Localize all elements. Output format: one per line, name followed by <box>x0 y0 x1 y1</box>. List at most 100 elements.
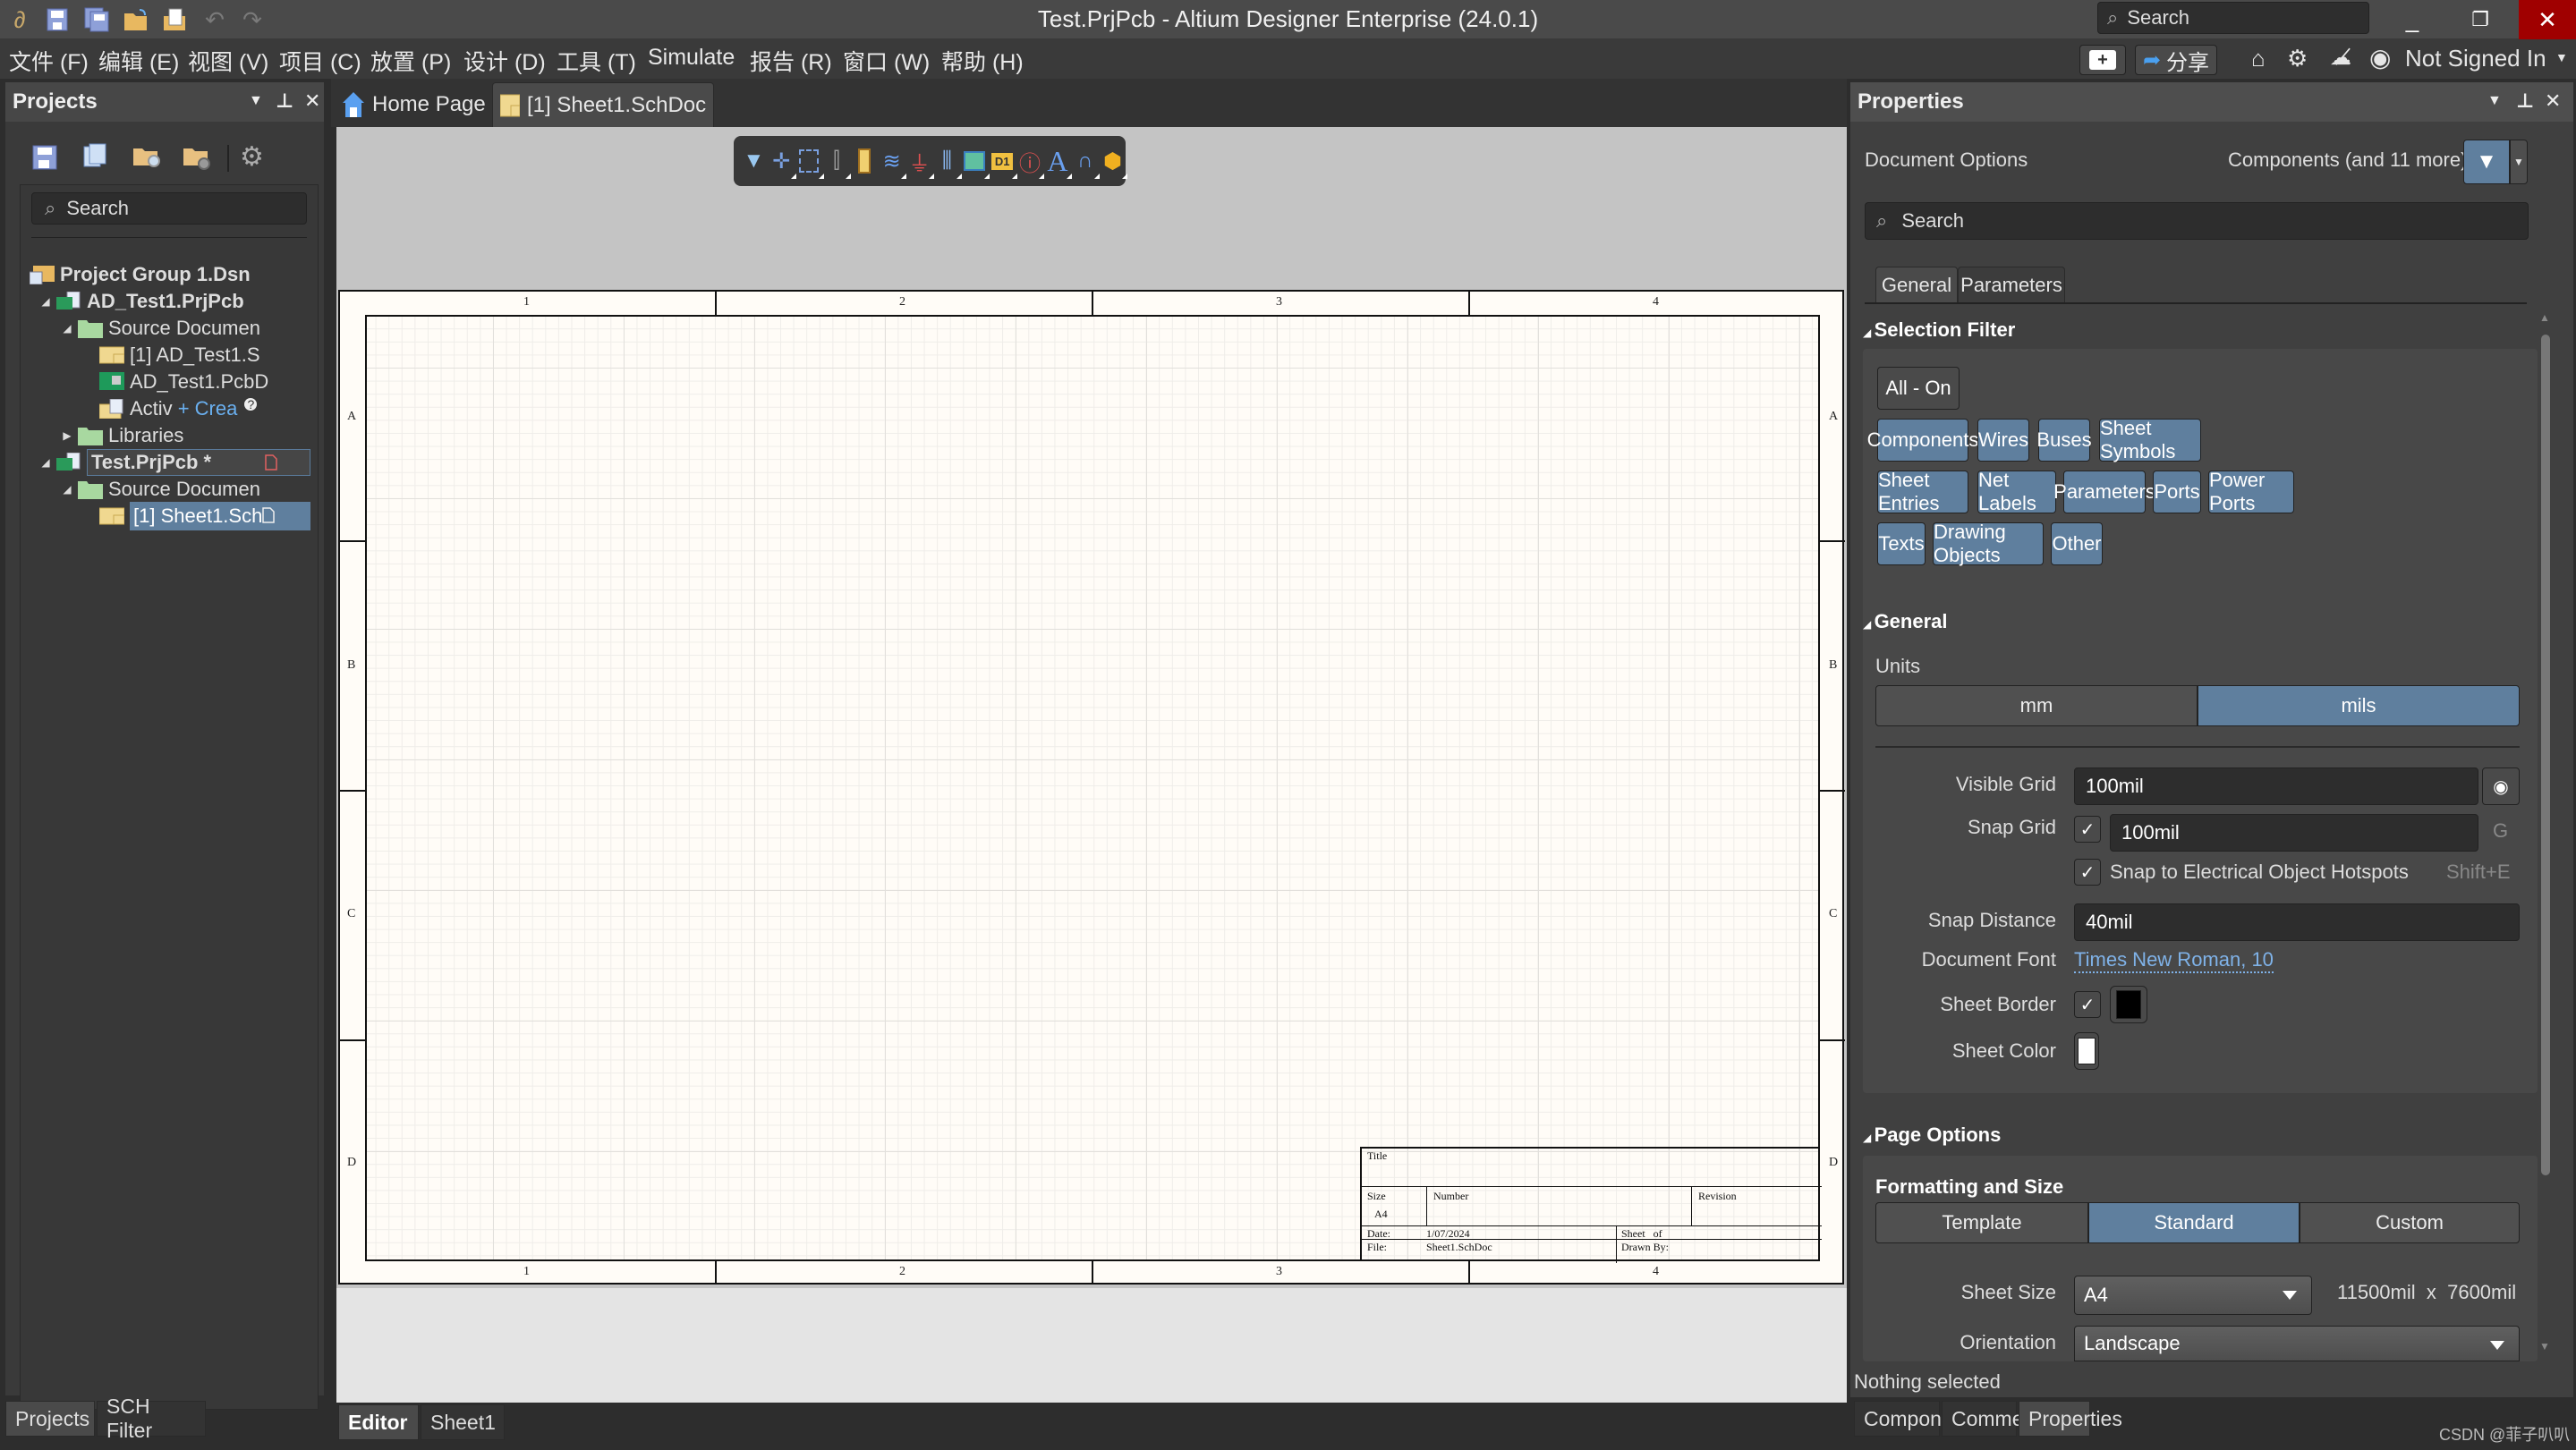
tab-properties[interactable]: Properties <box>2019 1401 2122 1437</box>
text-tool[interactable]: A <box>1044 143 1073 179</box>
tree-item-ad-test1-schdoc[interactable]: [1] AD_Test1.S <box>99 341 275 369</box>
properties-scrollbar[interactable] <box>2541 335 2550 1175</box>
snap-distance-input[interactable]: 40mil <box>2074 903 2520 941</box>
expand-arrow-icon[interactable]: ◢ <box>38 295 53 308</box>
drawing-grid-area[interactable] <box>365 315 1820 1261</box>
schematic-sheet[interactable]: 1 2 3 4 1 2 3 4 A B C D A B C D Title Si… <box>338 290 1845 1285</box>
tab-projects[interactable]: Projects <box>5 1401 95 1437</box>
filter-other-button[interactable]: Other <box>2051 522 2103 565</box>
place-part-tool[interactable] <box>851 143 877 179</box>
menu-view[interactable]: 视图 (V) <box>188 45 268 77</box>
properties-search-input[interactable]: ⌕ Search <box>1865 202 2529 240</box>
arc-tool[interactable]: ∩ <box>1072 143 1101 179</box>
tree-item-project-group[interactable]: Project Group 1.Dsn <box>30 260 262 289</box>
tree-item-test-project[interactable]: ◢ Test.PrjPcb * <box>38 448 310 477</box>
selection-filter-button[interactable]: ▼ <box>2463 140 2510 184</box>
tree-item-activebom[interactable]: Activ + Crea ? <box>99 394 305 423</box>
panel-menu-icon[interactable]: ▼ <box>249 93 263 109</box>
menu-window[interactable]: 窗口 (W) <box>843 45 930 77</box>
mode-template-toggle[interactable]: Template <box>1875 1202 2088 1243</box>
tab-sheet1[interactable]: Sheet1 <box>421 1404 505 1440</box>
document-font-link[interactable]: Times New Roman, 10 <box>2074 948 2274 973</box>
filter-parameters-button[interactable]: Parameters <box>2053 471 2155 513</box>
close-window-button[interactable]: ✕ <box>2519 0 2576 39</box>
filter-tool[interactable]: ▼ <box>741 143 767 179</box>
filter-sheet-entries-button[interactable]: Sheet Entries <box>1877 469 1968 514</box>
harness-tool[interactable]: ⫼ <box>934 143 962 179</box>
add-comment-button[interactable]: + <box>2079 45 2126 75</box>
menu-reports[interactable]: 报告 (R) <box>750 45 832 77</box>
tab-sch-filter[interactable]: SCH Filter <box>97 1395 206 1442</box>
tab-sheet1-schdoc[interactable]: [1] Sheet1.SchDoc <box>492 82 715 127</box>
create-activebom-link[interactable]: + Crea <box>178 397 238 420</box>
all-on-button[interactable]: All - On <box>1877 367 1960 410</box>
global-search-input[interactable]: ⌕ Search <box>2097 2 2369 34</box>
tab-comments[interactable]: Comments <box>1942 1401 2051 1437</box>
panel-settings-gear-icon[interactable]: ⚙ <box>240 141 264 173</box>
filter-power-ports-button[interactable]: Power Ports <box>2208 469 2294 514</box>
cloud-offline-icon[interactable]: ☁̸ <box>2330 45 2351 71</box>
restore-button[interactable]: ❐ <box>2452 0 2509 39</box>
schematic-canvas[interactable]: ▼ ✛ ⫿ ≋ ⏚ ⫼ D1 ⓘ A ∩ ⬢ 1 2 3 4 1 2 3 4 A <box>336 127 1847 1403</box>
close-icon[interactable]: ✕ <box>2545 89 2561 113</box>
power-port-tool[interactable]: ⏚ <box>906 143 935 179</box>
sheet-border-color-swatch[interactable] <box>2110 986 2147 1023</box>
tree-item-source-documents-2[interactable]: ◢ Source Documen <box>60 475 275 504</box>
sheet-symbol-tool[interactable] <box>962 143 990 179</box>
menu-edit[interactable]: 编辑 (E) <box>98 45 179 77</box>
snap-hotspots-checkbox[interactable]: ✓ <box>2074 859 2101 886</box>
account-dropdown-icon[interactable]: ▼ <box>2555 50 2568 64</box>
units-mm-toggle[interactable]: mm <box>1875 685 2198 726</box>
mode-standard-toggle[interactable]: Standard <box>2088 1202 2300 1243</box>
menu-project[interactable]: 项目 (C) <box>279 45 361 77</box>
explore-folder-icon[interactable] <box>132 145 163 170</box>
tab-parameters[interactable]: Parameters <box>1958 267 2065 302</box>
scroll-up-icon[interactable]: ▲ <box>2539 311 2550 324</box>
home-icon[interactable]: ⌂ <box>2251 45 2266 72</box>
tab-components[interactable]: Components <box>1854 1401 1980 1437</box>
menu-place[interactable]: 放置 (P) <box>370 45 451 77</box>
expand-arrow-icon[interactable]: ◢ <box>60 483 74 496</box>
shape-tool[interactable]: ⬢ <box>1100 143 1128 179</box>
selection-filter-header[interactable]: ◢ Selection Filter <box>1863 318 2015 342</box>
scroll-down-icon[interactable]: ▼ <box>2539 1340 2550 1352</box>
general-header[interactable]: ◢ General <box>1863 610 1948 633</box>
filter-texts-button[interactable]: Texts <box>1877 522 1926 565</box>
tree-item-sheet1-schdoc[interactable]: [1] Sheet1.Sch <box>99 502 310 530</box>
compile-project-icon[interactable] <box>82 143 107 170</box>
filter-dropdown-button[interactable]: ▼ <box>2510 140 2528 184</box>
save-project-icon[interactable] <box>32 145 57 170</box>
project-search-input[interactable]: ⌕ Search <box>31 192 307 225</box>
wire-tool[interactable]: ≋ <box>879 143 907 179</box>
account-label[interactable]: Not Signed In <box>2405 45 2546 72</box>
tree-item-source-documents[interactable]: ◢ Source Documen <box>60 314 275 343</box>
tab-editor[interactable]: Editor <box>338 1404 419 1440</box>
sheet-size-dropdown[interactable]: A4 <box>2074 1276 2312 1315</box>
page-options-header[interactable]: ◢ Page Options <box>1863 1124 2001 1147</box>
filter-sheet-symbols-button[interactable]: Sheet Symbols <box>2099 417 2201 462</box>
tab-general[interactable]: General <box>1875 267 1958 302</box>
port-tool[interactable]: D1 <box>990 143 1017 179</box>
filter-drawing-objects-button[interactable]: Drawing Objects <box>1933 521 2044 566</box>
menu-design[interactable]: 设计 (D) <box>463 45 546 77</box>
close-icon[interactable]: ✕ <box>304 89 320 113</box>
tree-item-ad-test1-pcbdoc[interactable]: AD_Test1.PcbD <box>99 368 275 396</box>
units-mils-toggle[interactable]: mils <box>2198 685 2520 726</box>
filter-buses-button[interactable]: Buses <box>2036 419 2092 462</box>
sheet-border-checkbox[interactable]: ✓ <box>2074 991 2101 1018</box>
menu-file[interactable]: 文件 (F) <box>9 45 89 77</box>
tab-home-page[interactable]: Home Page <box>335 82 493 127</box>
panel-menu-icon[interactable]: ▼ <box>2487 93 2502 109</box>
project-options-folder-icon[interactable] <box>183 145 213 172</box>
sheet-color-swatch[interactable] <box>2074 1032 2099 1070</box>
directive-tool[interactable]: ⓘ <box>1017 143 1045 179</box>
menu-help[interactable]: 帮助 (H) <box>941 45 1024 77</box>
tree-item-libraries[interactable]: ▶ Libraries <box>60 421 275 450</box>
filter-components-button[interactable]: Components <box>1867 419 1978 462</box>
filter-net-labels-button[interactable]: Net Labels <box>1977 469 2056 514</box>
select-tool[interactable] <box>796 143 824 179</box>
grid-visibility-toggle[interactable]: ◉ <box>2482 767 2520 805</box>
settings-gear-icon[interactable]: ⚙ <box>2287 45 2308 72</box>
pin-icon[interactable]: ⊥ <box>2516 89 2534 113</box>
share-button[interactable]: ➦ 分享 <box>2135 45 2217 75</box>
